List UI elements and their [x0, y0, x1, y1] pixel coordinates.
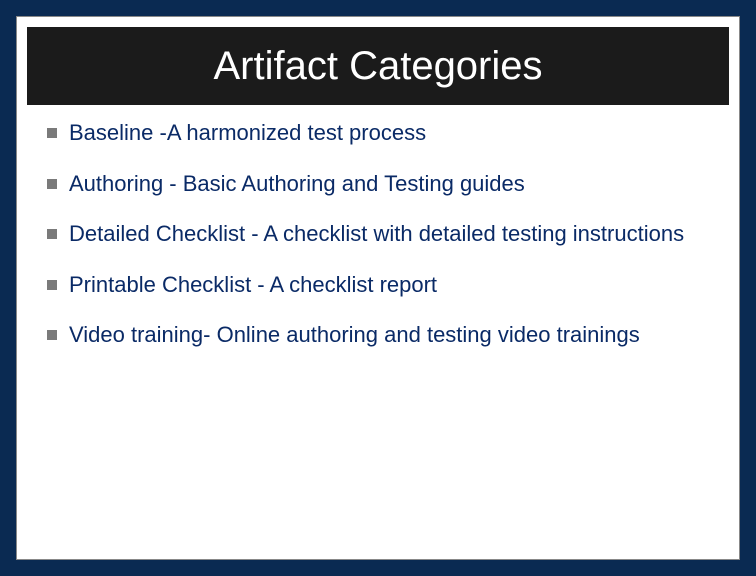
- square-bullet-icon: [47, 128, 57, 138]
- bullet-text: Detailed Checklist - A checklist with de…: [69, 220, 684, 249]
- slide-content: Baseline -A harmonized test process Auth…: [17, 105, 739, 350]
- bullet-text: Printable Checklist - A checklist report: [69, 271, 437, 300]
- square-bullet-icon: [47, 280, 57, 290]
- list-item: Detailed Checklist - A checklist with de…: [47, 220, 709, 249]
- bullet-text: Baseline -A harmonized test process: [69, 119, 426, 148]
- square-bullet-icon: [47, 330, 57, 340]
- slide: Artifact Categories Baseline -A harmoniz…: [16, 16, 740, 560]
- bullet-text: Authoring - Basic Authoring and Testing …: [69, 170, 525, 199]
- list-item: Video training- Online authoring and tes…: [47, 321, 709, 350]
- list-item: Printable Checklist - A checklist report: [47, 271, 709, 300]
- title-bar: Artifact Categories: [27, 27, 729, 105]
- square-bullet-icon: [47, 229, 57, 239]
- slide-title: Artifact Categories: [213, 44, 542, 89]
- list-item: Baseline -A harmonized test process: [47, 119, 709, 148]
- square-bullet-icon: [47, 179, 57, 189]
- list-item: Authoring - Basic Authoring and Testing …: [47, 170, 709, 199]
- bullet-text: Video training- Online authoring and tes…: [69, 321, 640, 350]
